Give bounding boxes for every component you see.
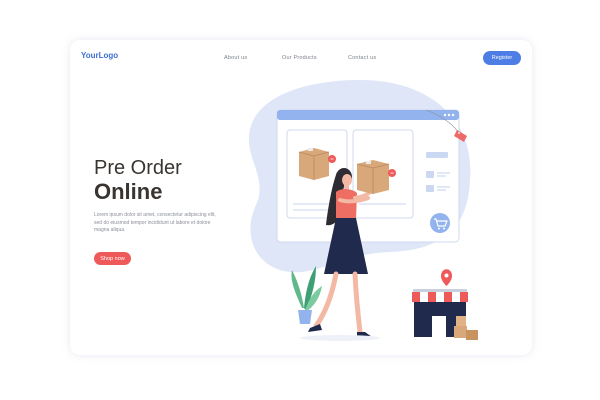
package-icon bbox=[454, 316, 478, 340]
location-pin-icon bbox=[441, 269, 452, 286]
plant-icon bbox=[291, 266, 322, 324]
cart-icon[interactable] bbox=[430, 213, 450, 233]
hero-illustration bbox=[248, 80, 478, 341]
landing-card: YourLogo About us Our Products Contact u… bbox=[70, 40, 532, 355]
